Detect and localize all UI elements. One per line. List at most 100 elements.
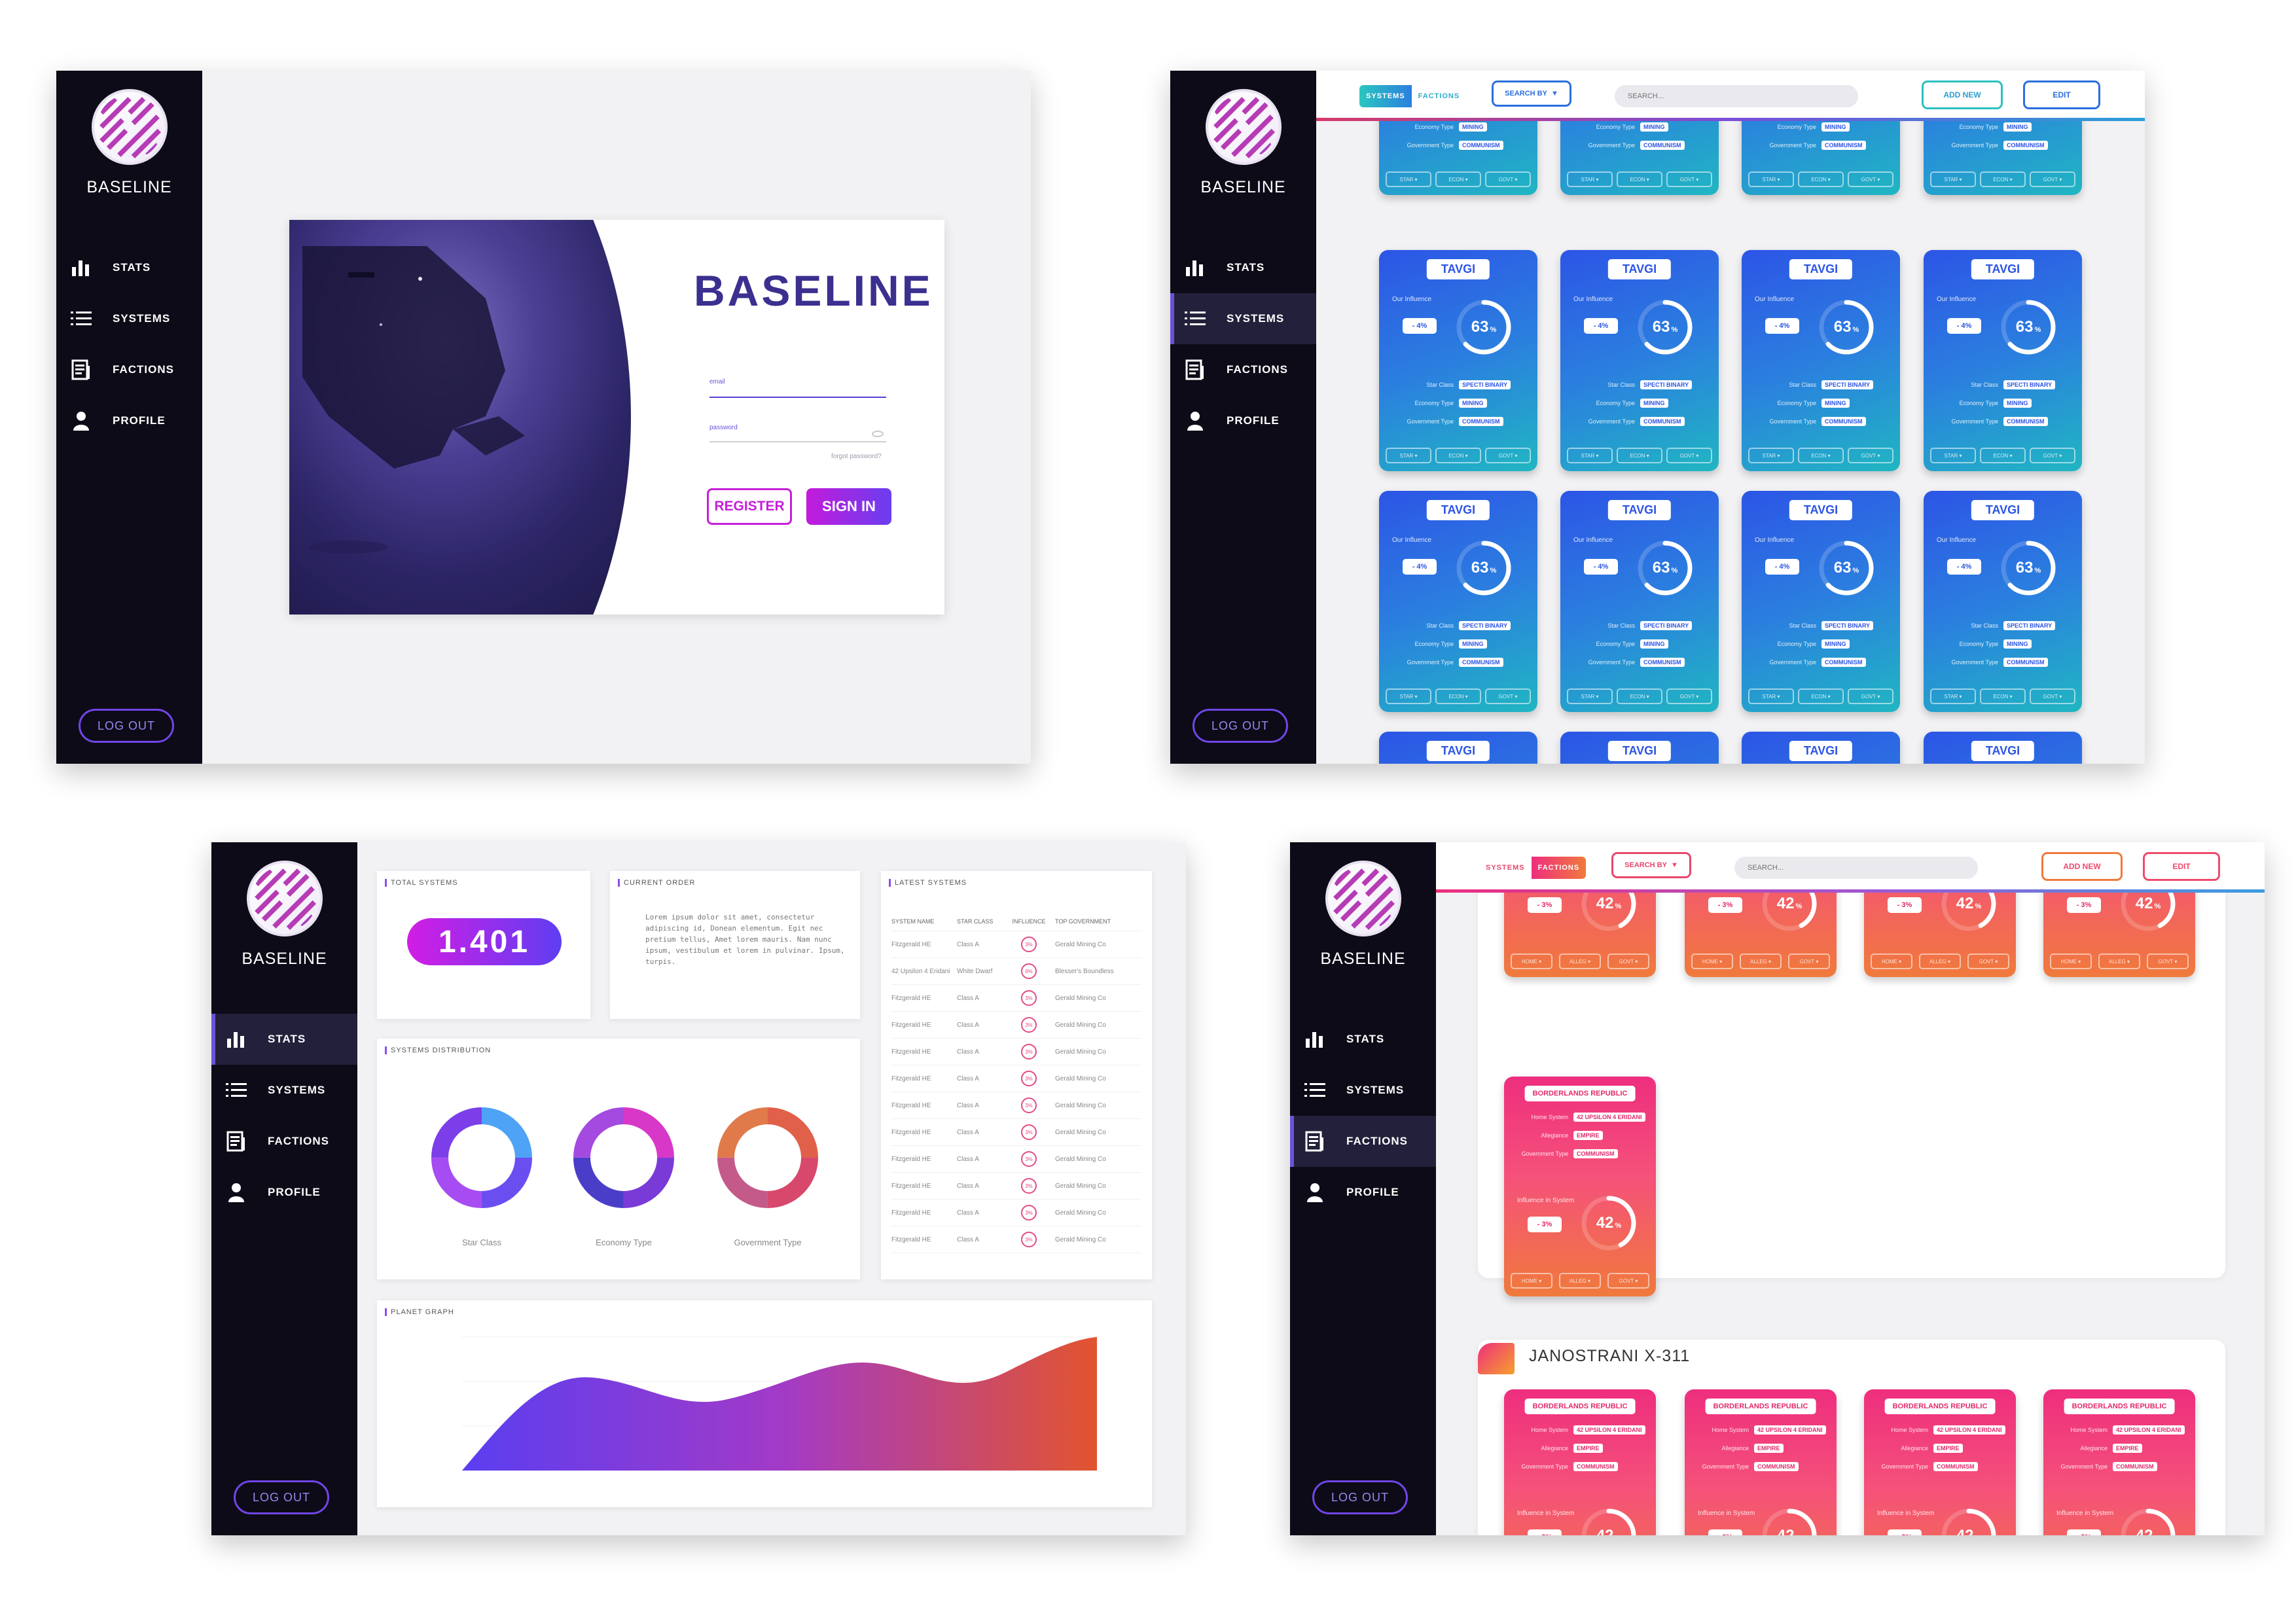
sidebar-item-systems[interactable]: SYSTEMS [56, 293, 202, 344]
card-filter-dropdown[interactable]: GOVT ▾ [1485, 171, 1531, 187]
search-by-dropdown[interactable]: SEARCH BY ▼ [1611, 852, 1691, 878]
table-row[interactable]: Fitzgerald HE Class A 3% Gerald Mining Co [891, 931, 1141, 958]
system-card[interactable]: TAVGIOur Influence- 4%63%Star ClassSPECT… [1742, 732, 1900, 764]
card-filter-dropdown[interactable]: GOVT ▾ [1848, 688, 1893, 704]
sidebar-item-systems[interactable]: SYSTEMS [211, 1065, 357, 1116]
sidebar-item-factions[interactable]: FACTIONS [1170, 344, 1316, 395]
card-filter-dropdown[interactable]: ECON ▾ [1617, 171, 1662, 187]
system-card[interactable]: TAVGIOur Influence- 4%63%Star ClassSPECT… [1560, 491, 1719, 712]
card-filter-dropdown[interactable]: ECON ▾ [1798, 171, 1844, 187]
card-filter-dropdown[interactable]: ALLEG ▾ [1740, 954, 1782, 969]
card-filter-dropdown[interactable]: ALLEG ▾ [2098, 954, 2140, 969]
search-input[interactable] [1734, 857, 1978, 879]
card-filter-dropdown[interactable]: ECON ▾ [1435, 171, 1481, 187]
card-filter-dropdown[interactable]: ECON ▾ [1435, 688, 1481, 704]
show-password-icon[interactable] [872, 431, 884, 437]
system-card[interactable]: TAVGIOur Influence- 4%63%Star ClassSPECT… [1924, 250, 2082, 471]
card-filter-dropdown[interactable]: HOME ▾ [2050, 954, 2092, 969]
logout-button[interactable]: LOG OUT [1312, 1480, 1408, 1514]
table-row[interactable]: Fitzgerald HE Class A 3% Gerald Mining Co [891, 985, 1141, 1012]
register-button[interactable]: REGISTER [707, 488, 792, 525]
card-filter-dropdown[interactable]: GOVT ▾ [1848, 171, 1893, 187]
card-filter-dropdown[interactable]: STAR ▾ [1567, 171, 1613, 187]
sidebar-item-factions[interactable]: FACTIONS [1290, 1116, 1436, 1167]
card-filter-dropdown[interactable]: STAR ▾ [1386, 448, 1431, 463]
card-filter-dropdown[interactable]: STAR ▾ [1930, 448, 1976, 463]
card-filter-dropdown[interactable]: GOVT ▾ [1485, 448, 1531, 463]
faction-card[interactable]: BORDERLANDS REPUBLIC Home System 42 UPSILO… [1504, 1077, 1656, 1296]
card-filter-dropdown[interactable]: STAR ▾ [1930, 171, 1976, 187]
logout-button[interactable]: LOG OUT [234, 1480, 329, 1514]
system-card[interactable]: TAVGIOur Influence- 4%63%Star ClassSPECT… [1924, 491, 2082, 712]
card-filter-dropdown[interactable]: ECON ▾ [1617, 448, 1662, 463]
card-filter-dropdown[interactable]: GOVT ▾ [1666, 688, 1712, 704]
password-field[interactable] [709, 441, 886, 442]
table-row[interactable]: Fitzgerald HE Class A 3% Gerald Mining Co [891, 1119, 1141, 1146]
card-filter-dropdown[interactable]: STAR ▾ [1567, 448, 1613, 463]
edit-button[interactable]: EDIT [2023, 80, 2100, 109]
table-row[interactable]: 42 Upsilon 4 Eridani White Dwarf 6% Blesser… [891, 958, 1141, 985]
card-filter-dropdown[interactable]: ECON ▾ [1435, 448, 1481, 463]
card-filter-dropdown[interactable]: GOVT ▾ [2030, 171, 2075, 187]
table-row[interactable]: Fitzgerald HE Class A 3% Gerald Mining Co [891, 1146, 1141, 1173]
search-input[interactable] [1615, 85, 1858, 107]
sidebar-item-profile[interactable]: PROFILE [56, 395, 202, 446]
email-field[interactable] [709, 397, 886, 398]
table-row[interactable]: Fitzgerald HE Class A 3% Gerald Mining Co [891, 1039, 1141, 1065]
card-filter-dropdown[interactable]: GOVT ▾ [1666, 448, 1712, 463]
system-card[interactable]: TAVGIOur Influence- 4%63%Star ClassSPECT… [1560, 250, 1719, 471]
card-filter-dropdown[interactable]: HOME ▾ [1691, 954, 1733, 969]
card-filter-dropdown[interactable]: HOME ▾ [1871, 954, 1912, 969]
logout-button[interactable]: LOG OUT [79, 709, 174, 743]
card-filter-dropdown[interactable]: GOVT ▾ [1485, 688, 1531, 704]
logout-button[interactable]: LOG OUT [1193, 709, 1288, 743]
sidebar-item-profile[interactable]: PROFILE [211, 1167, 357, 1218]
faction-card[interactable]: BORDERLANDS REPUBLIC Home System 42 UPSILO… [1864, 1389, 2016, 1535]
sidebar-item-stats[interactable]: STATS [56, 242, 202, 293]
system-card[interactable]: TAVGIOur Influence- 4%63%Star ClassSPECT… [1560, 732, 1719, 764]
sidebar-item-factions[interactable]: FACTIONS [56, 344, 202, 395]
table-row[interactable]: Fitzgerald HE Class A 3% Gerald Mining Co [891, 1173, 1141, 1200]
card-filter-dropdown[interactable]: GOVT ▾ [1788, 954, 1830, 969]
sidebar-item-systems[interactable]: SYSTEMS [1170, 293, 1316, 344]
card-filter-dropdown[interactable]: ECON ▾ [1980, 171, 2026, 187]
sidebar-item-profile[interactable]: PROFILE [1290, 1167, 1436, 1218]
edit-button[interactable]: EDIT [2143, 852, 2220, 881]
faction-card[interactable]: BORDERLANDS REPUBLIC Home System 42 UPSILO… [2043, 1389, 2195, 1535]
card-filter-dropdown[interactable]: ECON ▾ [1980, 688, 2026, 704]
card-filter-dropdown[interactable]: GOVT ▾ [2147, 954, 2189, 969]
faction-card[interactable]: BORDERLANDS REPUBLIC Home System 42 UPSILO… [1504, 1389, 1656, 1535]
card-filter-dropdown[interactable]: ALLEG ▾ [1559, 954, 1601, 969]
add-new-button[interactable]: ADD NEW [2041, 852, 2123, 881]
card-filter-dropdown[interactable]: ALLEG ▾ [1919, 954, 1961, 969]
card-filter-dropdown[interactable]: ALLEG ▾ [1559, 1273, 1601, 1289]
table-row[interactable]: Fitzgerald HE Class A 3% Gerald Mining Co [891, 1065, 1141, 1092]
system-card[interactable]: TAVGIOur Influence- 4%63%Star ClassSPECT… [1379, 250, 1537, 471]
tab-factions[interactable]: FACTIONS [1412, 85, 1467, 107]
tab-systems[interactable]: SYSTEMS [1479, 857, 1532, 879]
card-filter-dropdown[interactable]: STAR ▾ [1386, 171, 1431, 187]
sidebar-item-factions[interactable]: FACTIONS [211, 1116, 357, 1167]
card-filter-dropdown[interactable]: STAR ▾ [1930, 688, 1976, 704]
tab-factions[interactable]: FACTIONS [1531, 857, 1587, 879]
table-row[interactable]: Fitzgerald HE Class A 3% Gerald Mining Co [891, 1200, 1141, 1226]
card-filter-dropdown[interactable]: HOME ▾ [1511, 954, 1552, 969]
table-row[interactable]: Fitzgerald HE Class A 3% Gerald Mining Co [891, 1012, 1141, 1039]
sign-in-button[interactable]: SIGN IN [806, 488, 891, 525]
system-card[interactable]: TAVGIOur Influence- 4%63%Star ClassSPECT… [1742, 491, 1900, 712]
card-filter-dropdown[interactable]: GOVT ▾ [1607, 1273, 1649, 1289]
tab-systems[interactable]: SYSTEMS [1359, 85, 1412, 107]
card-filter-dropdown[interactable]: ECON ▾ [1798, 688, 1844, 704]
system-card[interactable]: TAVGIOur Influence- 4%63%Star ClassSPECT… [1924, 732, 2082, 764]
card-filter-dropdown[interactable]: STAR ▾ [1748, 171, 1794, 187]
card-filter-dropdown[interactable]: GOVT ▾ [1848, 448, 1893, 463]
card-filter-dropdown[interactable]: STAR ▾ [1567, 688, 1613, 704]
faction-card[interactable]: BORDERLANDS REPUBLIC Home System 42 UPSILO… [1685, 1389, 1837, 1535]
card-filter-dropdown[interactable]: GOVT ▾ [1666, 171, 1712, 187]
card-filter-dropdown[interactable]: STAR ▾ [1748, 688, 1794, 704]
card-filter-dropdown[interactable]: ECON ▾ [1617, 688, 1662, 704]
card-filter-dropdown[interactable]: GOVT ▾ [1607, 954, 1649, 969]
system-card[interactable]: TAVGIOur Influence- 4%63%Star ClassSPECT… [1379, 732, 1537, 764]
sidebar-item-stats[interactable]: STATS [1290, 1014, 1436, 1065]
table-row[interactable]: Fitzgerald HE Class A 3% Gerald Mining Co [891, 1226, 1141, 1253]
